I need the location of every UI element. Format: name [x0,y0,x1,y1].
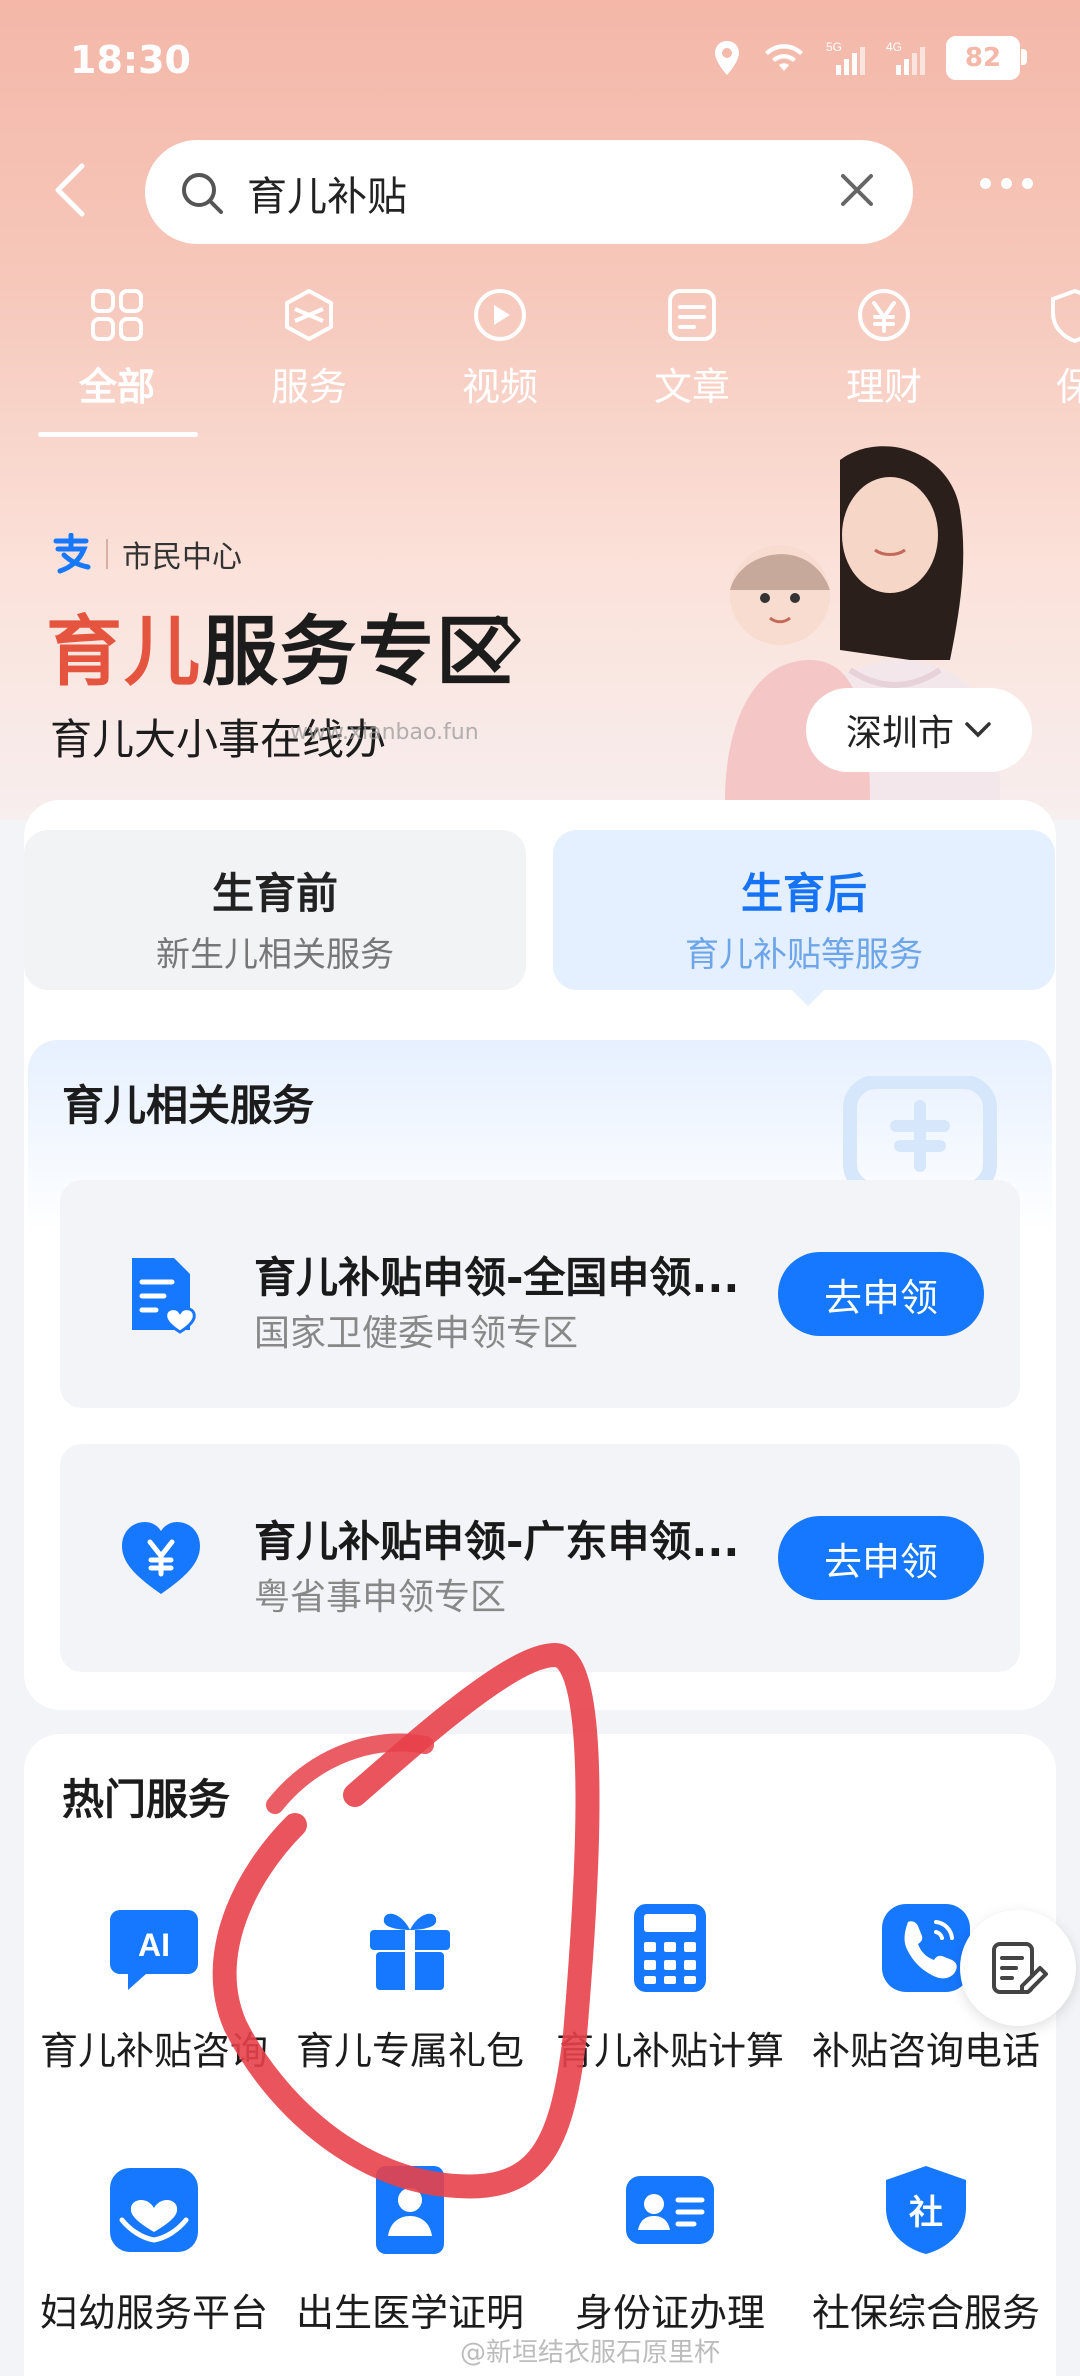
document-heart-icon [132,1258,196,1334]
tab-label: 保 [1055,365,1080,409]
watermark-text: www.xianbao.fun [290,720,479,745]
hot-item-gift-pack[interactable]: 育儿专属礼包 [280,1900,540,2075]
related-services-title: 育儿相关服务 [62,1081,315,1130]
hot-item-label: 育儿补贴计算 [555,2029,784,2073]
hot-item-subsidy-calculator[interactable]: 育儿补贴计算 [540,1900,800,2075]
brand-row: 市民中心 [50,532,242,576]
play-icon [474,289,526,341]
hot-item-label: 妇幼服务平台 [39,2291,268,2335]
hot-item-birth-certificate[interactable]: 出生医学证明 [280,2162,540,2337]
zone-title-highlight: 育儿 [46,607,202,696]
signal-4g-icon: 4G [886,40,925,75]
hands-heart-icon [110,2168,198,2252]
footer-watermark: @新垣结衣服石原里杯 [460,2338,721,2368]
service-card-subtitle: 粤省事申领专区 [254,1577,507,1618]
zone-title[interactable]: 育儿服务专区 [46,590,514,700]
decorative-badge-icon [843,1076,997,1196]
segment-after-birth[interactable]: 生育后 育儿补贴等服务 [553,830,1055,990]
certificate-icon [376,2166,444,2254]
service-card-title: 育儿补贴申领-广东申领... [254,1517,740,1566]
hot-item-label: 育儿专属礼包 [295,2029,524,2073]
status-bar: 18:30 5G 4G 82 [0,0,1080,120]
svg-text:5G: 5G [826,40,842,54]
active-tab-indicator [38,432,198,437]
tab-label: 理财 [845,365,922,409]
battery-level: 82 [964,43,1002,73]
hot-item-label: 社保综合服务 [811,2291,1040,2335]
chevron-down-icon [965,722,991,738]
alipay-logo-icon [53,533,91,574]
tab-insurance[interactable]: 保 [1000,280,1080,411]
tab-label: 视频 [461,365,538,409]
more-menu-button[interactable] [980,178,1033,189]
phone-icon [882,1904,970,1992]
edit-document-icon [992,1942,1048,1994]
svg-text:4G: 4G [886,40,902,54]
wifi-icon [765,44,803,71]
hot-item-social-security[interactable]: 社 社保综合服务 [796,2162,1056,2337]
segment-subtitle: 育儿补贴等服务 [685,935,923,975]
service-card-guangdong[interactable]: 育儿补贴申领-广东申领... 粤省事申领专区 去申领 [60,1444,1020,1672]
status-icons: 5G 4G 82 [712,36,1027,80]
zone-title-text: 服务专区 [202,607,514,696]
tab-articles[interactable]: 文章 [617,280,767,411]
hot-item-label: 出生医学证明 [295,2291,524,2335]
location-icon [715,41,739,75]
ai-chat-icon: AI [110,1910,198,1990]
floating-feedback-button[interactable] [960,1910,1076,2026]
category-tabs: 全部 服务 视频 文章 理财 保 [0,280,1080,440]
back-arrow-icon[interactable] [50,160,90,220]
apply-button[interactable]: 去申领 [778,1516,984,1600]
tab-finance[interactable]: 理财 [809,280,959,411]
tab-services[interactable]: 服务 [234,280,384,411]
service-card-subtitle: 国家卫健委申领专区 [254,1313,579,1354]
hot-item-maternal-child-platform[interactable]: 妇幼服务平台 [24,2162,284,2337]
city-label: 深圳市 [845,713,954,754]
grid-icon [91,289,143,341]
segment-title: 生育前 [211,869,338,918]
brand-separator [106,539,108,569]
hot-item-label: 育儿补贴咨询 [39,2029,268,2073]
svg-text:社: 社 [909,2193,943,2233]
signal-5g-icon: 5G [826,40,865,75]
shield-icon [1051,288,1080,343]
svg-text:AI: AI [138,1927,170,1963]
cube-icon [285,289,333,341]
tab-label: 文章 [653,365,730,409]
search-bar[interactable]: 育儿补贴 [145,140,913,244]
hot-item-label: 补贴咨询电话 [811,2029,1040,2073]
service-card-title: 育儿补贴申领-全国申领... [254,1253,740,1302]
tab-videos[interactable]: 视频 [425,280,575,411]
tab-label: 全部 [78,365,155,409]
hot-services-title: 热门服务 [62,1775,231,1824]
gift-icon [370,1913,450,1990]
yen-icon [858,289,910,341]
calculator-icon [634,1904,706,1992]
service-card-national[interactable]: 育儿补贴申领-全国申领... 国家卫健委申领专区 去申领 [60,1180,1020,1408]
segment-subtitle: 新生儿相关服务 [156,935,394,975]
city-selector[interactable]: 深圳市 [806,688,1032,772]
tab-all[interactable]: 全部 [42,280,192,411]
social-security-icon: 社 [886,2166,966,2254]
id-card-icon [626,2176,714,2244]
hot-item-id-card[interactable]: 身份证办理 [540,2162,800,2337]
brand-name: 市民中心 [122,540,242,575]
status-time: 18:30 [70,38,191,82]
search-input[interactable]: 育儿补贴 [247,164,407,222]
segment-pointer [790,988,826,1006]
tab-label: 服务 [270,365,347,409]
search-icon [182,173,223,214]
hot-item-label: 身份证办理 [574,2291,765,2335]
heart-yen-icon [122,1522,200,1594]
segment-title: 生育后 [740,869,867,918]
document-icon [668,289,716,341]
battery-indicator: 82 [946,36,1027,80]
apply-button[interactable]: 去申领 [778,1252,984,1336]
hot-item-subsidy-consult[interactable]: AI 育儿补贴咨询 [24,1900,284,2075]
chevron-right-icon[interactable] [490,612,526,668]
close-icon[interactable] [837,170,877,210]
segment-before-birth[interactable]: 生育前 新生儿相关服务 [24,830,526,990]
